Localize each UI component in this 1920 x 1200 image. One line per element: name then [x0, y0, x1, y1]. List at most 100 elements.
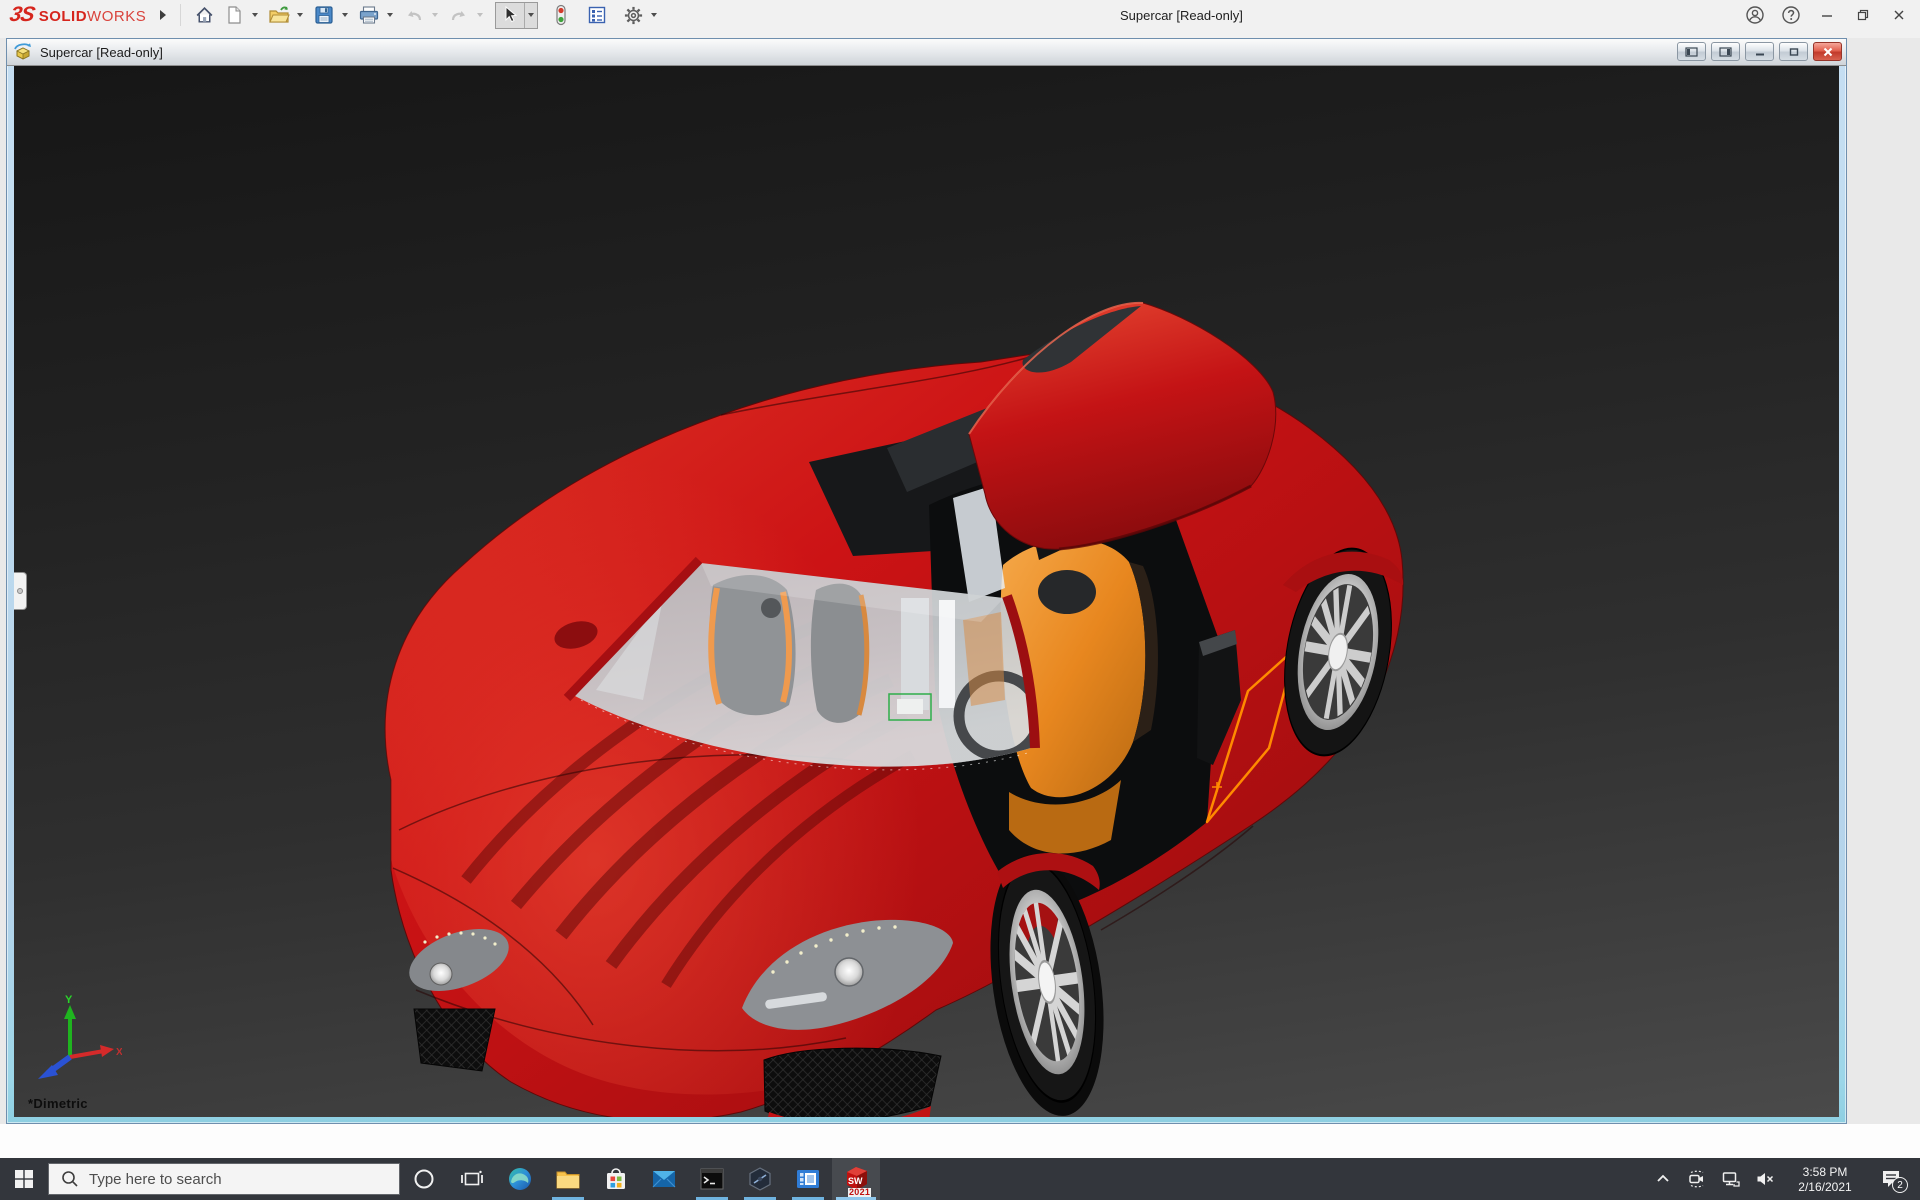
pane-right-icon	[1719, 46, 1732, 57]
cortana-button[interactable]	[400, 1158, 448, 1200]
redo-dropdown[interactable]	[474, 2, 486, 28]
file-explorer-icon	[556, 1171, 580, 1189]
open-button[interactable]	[264, 2, 294, 28]
triad-y-label: Y	[65, 994, 73, 1006]
start-button[interactable]	[0, 1158, 48, 1200]
app-titlebar: 3S SOLID WORKS Supercar [Read-only]	[0, 0, 1920, 38]
view-orientation-label: *Dimetric	[28, 1096, 88, 1111]
new-document-dropdown[interactable]	[249, 2, 261, 28]
windows-start-icon	[15, 1170, 33, 1188]
tray-chevron-button[interactable]	[1646, 1158, 1680, 1200]
home-icon	[196, 6, 213, 23]
network-button[interactable]	[1714, 1158, 1748, 1200]
print-icon	[360, 6, 379, 24]
redo-icon	[452, 11, 466, 21]
restore-button[interactable]	[1848, 2, 1878, 28]
solidworks-part-icon	[14, 43, 31, 60]
desktop: 3S SOLID WORKS Supercar [Read-only] Supe…	[0, 0, 1920, 1200]
taskbar-file-explorer[interactable]	[544, 1158, 592, 1200]
photos-window-icon	[797, 1170, 819, 1188]
search-input[interactable]	[89, 1170, 379, 1188]
doc-restore-button[interactable]	[1779, 42, 1808, 61]
close-icon	[1894, 10, 1904, 20]
select-tool-button[interactable]	[496, 2, 524, 28]
pane-right-button[interactable]	[1711, 42, 1740, 61]
print-button[interactable]	[354, 2, 384, 28]
chevron-up-icon	[1657, 1174, 1669, 1182]
search-icon	[62, 1171, 78, 1187]
taskbar-mail[interactable]	[640, 1158, 688, 1200]
undo-icon	[408, 11, 422, 21]
volume-button[interactable]	[1748, 1158, 1782, 1200]
meet-now-button[interactable]	[1680, 1158, 1714, 1200]
minimize-icon	[1822, 15, 1832, 17]
taskbar-photos-window[interactable]	[784, 1158, 832, 1200]
hexagon-app-icon	[749, 1167, 771, 1191]
taskbar-solidworks[interactable]: SW 2021	[832, 1158, 880, 1200]
action-center-button[interactable]: 2	[1868, 1158, 1914, 1200]
redo-button[interactable]	[444, 2, 474, 28]
taskbar-clock[interactable]: 3:58 PM 2/16/2021	[1782, 1164, 1868, 1195]
grille-center	[763, 1047, 942, 1117]
solidworks-year-label: 2021	[848, 1187, 872, 1197]
doc-restore-icon	[1789, 47, 1798, 56]
app-title: Supercar [Read-only]	[1120, 7, 1243, 23]
options-dropdown[interactable]	[648, 2, 660, 28]
close-button[interactable]	[1884, 2, 1914, 28]
task-view-icon	[461, 1170, 483, 1186]
select-tool-dropdown[interactable]	[525, 2, 537, 28]
volume-muted-icon	[1757, 1173, 1774, 1185]
cortana-icon	[414, 1169, 434, 1189]
network-icon	[1722, 1172, 1740, 1187]
system-tray: 3:58 PM 2/16/2021 2	[1646, 1158, 1920, 1200]
open-dropdown[interactable]	[294, 2, 306, 28]
doc-minimize-button[interactable]	[1745, 42, 1774, 61]
account-icon	[1746, 6, 1764, 24]
pane-left-icon	[1685, 46, 1698, 57]
help-button[interactable]	[1776, 2, 1806, 28]
graphics-viewport[interactable]: Y X *Dimetric	[14, 66, 1839, 1117]
select-cursor-icon	[505, 5, 518, 23]
restore-icon	[1857, 9, 1869, 21]
doc-minimize-icon	[1755, 53, 1764, 55]
document-window: Supercar [Read-only] Y X *Dimetric	[6, 38, 1847, 1124]
taskbar-search[interactable]	[48, 1163, 400, 1195]
svg-text:SW: SW	[848, 1176, 863, 1186]
new-document-button[interactable]	[219, 2, 249, 28]
undo-dropdown[interactable]	[429, 2, 441, 28]
clock-date: 2/16/2021	[1798, 1179, 1852, 1194]
flyout-handle-dot	[17, 588, 23, 594]
rebuild-button[interactable]	[546, 2, 576, 28]
feature-tree-flyout-tab[interactable]	[14, 572, 27, 610]
clock-time: 3:58 PM	[1802, 1164, 1848, 1179]
meet-now-camera-icon	[1689, 1170, 1704, 1188]
mail-icon	[652, 1171, 676, 1188]
select-tool-group	[495, 1, 539, 29]
menu-flyout-arrow[interactable]	[160, 10, 167, 20]
pane-left-button[interactable]	[1677, 42, 1706, 61]
file-properties-button[interactable]	[582, 2, 612, 28]
save-button[interactable]	[309, 2, 339, 28]
print-dropdown[interactable]	[384, 2, 396, 28]
taskbar-store[interactable]	[592, 1158, 640, 1200]
taskbar-edge[interactable]	[496, 1158, 544, 1200]
document-title: Supercar [Read-only]	[40, 44, 163, 60]
home-button[interactable]	[189, 2, 219, 28]
undo-button[interactable]	[399, 2, 429, 28]
command-prompt-icon	[700, 1168, 724, 1190]
edge-browser-icon	[509, 1168, 531, 1190]
3d-model-supercar[interactable]	[14, 66, 1839, 1117]
taskbar-cmd[interactable]	[688, 1158, 736, 1200]
account-button[interactable]	[1740, 2, 1770, 28]
options-button[interactable]	[618, 2, 648, 28]
help-icon	[1782, 6, 1800, 24]
notification-badge: 2	[1892, 1177, 1908, 1193]
orientation-triad: Y X	[38, 994, 122, 1079]
taskbar-hexagon-app[interactable]	[736, 1158, 784, 1200]
save-dropdown[interactable]	[339, 2, 351, 28]
task-view-button[interactable]	[448, 1158, 496, 1200]
minimize-button[interactable]	[1812, 2, 1842, 28]
document-titlebar[interactable]: Supercar [Read-only]	[7, 39, 1846, 66]
doc-close-button[interactable]	[1813, 42, 1842, 61]
microsoft-store-icon	[607, 1168, 625, 1189]
